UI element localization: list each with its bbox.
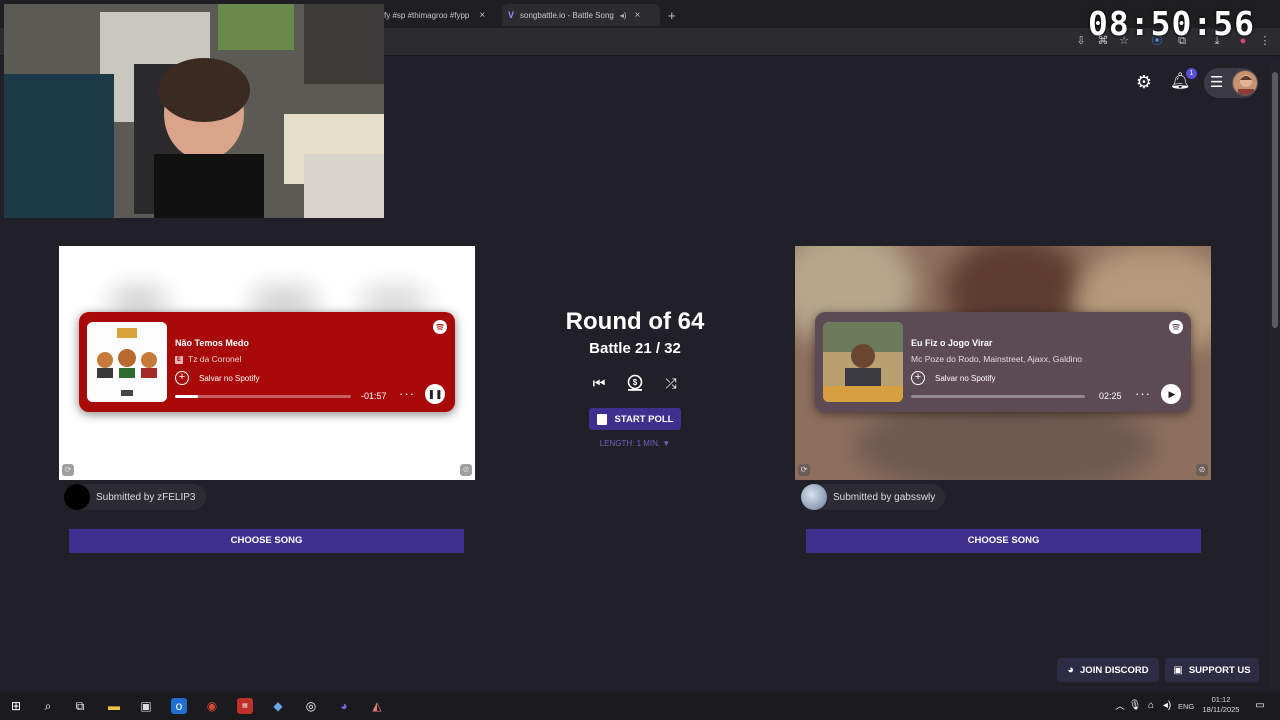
pause-button[interactable]: ❚❚ xyxy=(425,384,445,404)
discord-icon: ◕ xyxy=(1067,664,1075,676)
tray-chevron-icon[interactable]: ︿ xyxy=(1112,698,1128,714)
network-icon[interactable]: ⌂ xyxy=(1143,698,1159,714)
search-icon[interactable]: ⌕ xyxy=(40,698,56,714)
round-title: Round of 64 xyxy=(565,308,705,335)
hide-icon[interactable]: ⊘ xyxy=(460,464,472,476)
more-menu-icon[interactable]: ⋮ xyxy=(1258,34,1272,48)
time-remaining: -01:57 xyxy=(361,391,387,401)
submitted-by-left[interactable]: Submitted by zFELIP3 xyxy=(64,484,206,510)
artist-name: Tz da Coronel xyxy=(188,354,242,364)
playback-progress-fill xyxy=(175,395,198,398)
track-duration: 02:25 xyxy=(1099,391,1122,401)
notification-count-badge: 1 xyxy=(1186,68,1197,79)
hide-icon[interactable]: ⊘ xyxy=(1196,464,1208,476)
chrome-icon[interactable]: ◉ xyxy=(204,698,220,714)
support-us-button[interactable]: ▣ SUPPORT US xyxy=(1165,658,1259,682)
speaker-icon[interactable]: ◂) xyxy=(620,11,627,20)
more-options-icon[interactable]: ··· xyxy=(399,386,415,401)
user-avatar[interactable] xyxy=(1232,70,1258,96)
song-artist[interactable]: E Tz da Coronel xyxy=(175,354,241,364)
join-discord-button[interactable]: ◕ JOIN DISCORD xyxy=(1057,658,1159,682)
coin-icon[interactable]: $ xyxy=(626,374,644,392)
songbattle-favicon-icon: V xyxy=(508,10,515,20)
start-poll-label: START POLL xyxy=(614,413,674,425)
previous-battle-icon[interactable]: ⏮ xyxy=(590,374,608,392)
app-icon[interactable]: ◭ xyxy=(369,698,385,714)
spotify-embed-player[interactable]: Não Temos Medo E Tz da Coronel + Salvar n… xyxy=(79,312,455,412)
song-title[interactable]: Eu Fiz o Jogo Virar xyxy=(911,338,992,348)
shuffle-icon[interactable]: ⤮ xyxy=(662,374,680,392)
input-language[interactable]: ENG xyxy=(1178,702,1194,711)
refresh-icon[interactable]: ⟳ xyxy=(62,464,74,476)
discord-taskbar-icon[interactable]: ◕ xyxy=(336,698,352,714)
spotify-logo-icon[interactable] xyxy=(433,320,447,334)
play-button[interactable]: ▶ xyxy=(1161,384,1181,404)
choose-song-left-button[interactable]: CHOOSE SONG xyxy=(69,529,464,553)
submitted-by-label: Submitted by zFELIP3 xyxy=(96,491,196,503)
system-time: 01:12 xyxy=(1211,695,1231,704)
system-date: 18/11/2025 xyxy=(1202,705,1240,714)
file-explorer-icon[interactable]: ▬ xyxy=(106,698,122,714)
refresh-icon[interactable]: ⟳ xyxy=(798,464,810,476)
browser-tab-active[interactable]: V songbattle.io - Battle Song ◂) × xyxy=(502,4,660,26)
save-label: Salvar no Spotify xyxy=(935,373,996,383)
twitch-icon: ▣ xyxy=(1173,664,1183,676)
hamburger-menu-icon: ☰ xyxy=(1210,74,1224,91)
plus-circle-icon: + xyxy=(175,371,189,385)
save-to-spotify-button[interactable]: + Salvar no Spotify xyxy=(911,371,995,385)
poll-icon xyxy=(596,413,607,425)
webcam-image xyxy=(4,4,384,218)
spotify-logo-icon[interactable] xyxy=(1169,320,1183,334)
playback-progress-bar[interactable] xyxy=(175,395,351,398)
spotify-embed-player[interactable]: Eu Fiz o Jogo Virar Mc Poze do Rodo, Mai… xyxy=(815,312,1191,412)
submitted-by-label: Submitted by gabsswly xyxy=(833,491,936,503)
poll-length-select[interactable]: LENGTH: 1 MIN. ▼ xyxy=(570,439,700,448)
song-title[interactable]: Não Temos Medo xyxy=(175,338,249,348)
settings-gear-icon[interactable]: ⚙ xyxy=(1134,72,1154,92)
task-view-icon[interactable]: ⧉ xyxy=(72,698,88,714)
battle-counter: Battle 21 / 32 xyxy=(589,340,681,357)
playback-progress-bar[interactable] xyxy=(911,395,1085,398)
support-us-label: SUPPORT US xyxy=(1188,664,1251,676)
outlook-icon[interactable]: o xyxy=(171,698,187,714)
scrollbar-thumb[interactable] xyxy=(1272,72,1278,328)
close-icon[interactable]: × xyxy=(479,10,485,21)
song-card-right: Eu Fiz o Jogo Virar Mc Poze do Rodo, Mai… xyxy=(795,246,1211,480)
volume-icon[interactable]: ◂) xyxy=(1159,698,1175,714)
submitter-avatar xyxy=(64,484,90,510)
start-poll-button[interactable]: START POLL xyxy=(589,408,681,430)
install-icon[interactable]: ⇩ xyxy=(1074,34,1088,48)
song-card-left: Não Temos Medo E Tz da Coronel + Salvar n… xyxy=(59,246,475,480)
windows-start-icon[interactable]: ⊞ xyxy=(8,698,24,714)
album-cover xyxy=(823,322,903,402)
submitted-by-right[interactable]: Submitted by gabsswly xyxy=(801,484,946,510)
voice-app-icon[interactable]: ▤ xyxy=(237,698,253,714)
steam-icon[interactable]: ◆ xyxy=(270,698,286,714)
choose-song-right-button[interactable]: CHOOSE SONG xyxy=(806,529,1201,553)
tab-label: songbattle.io - Battle Song xyxy=(520,10,614,20)
more-options-icon[interactable]: ··· xyxy=(1135,386,1151,401)
microphone-icon[interactable]: 🎙︎ xyxy=(1127,698,1143,714)
windows-taskbar xyxy=(0,692,1280,720)
explicit-badge: E xyxy=(175,355,183,364)
page-scrollbar[interactable] xyxy=(1270,62,1280,690)
notifications-icon[interactable]: ▭ xyxy=(1252,698,1268,714)
song-artist[interactable]: Mc Poze do Rodo, Mainstreet, Ajaxx, Gald… xyxy=(911,354,1082,364)
submitter-avatar xyxy=(801,484,827,510)
new-tab-button[interactable]: + xyxy=(662,4,682,26)
system-clock[interactable]: 01:12 18/11/2025 xyxy=(1196,695,1246,715)
close-icon[interactable]: × xyxy=(635,10,641,21)
save-to-spotify-button[interactable]: + Salvar no Spotify xyxy=(175,371,259,385)
svg-text:$: $ xyxy=(633,378,638,387)
webcam-overlay xyxy=(4,4,384,218)
clock-overlay: 08:50:56 xyxy=(1088,4,1255,43)
save-label: Salvar no Spotify xyxy=(199,373,260,383)
album-cover xyxy=(87,322,167,402)
tab-label: fy #sp #thimagroo #fypp xyxy=(384,10,470,20)
obs-icon[interactable]: ◎ xyxy=(303,698,319,714)
plus-circle-icon: + xyxy=(911,371,925,385)
browser-tab[interactable]: fy #sp #thimagroo #fypp × xyxy=(378,4,500,26)
join-discord-label: JOIN DISCORD xyxy=(1080,664,1149,676)
store-icon[interactable]: ▣ xyxy=(138,698,154,714)
